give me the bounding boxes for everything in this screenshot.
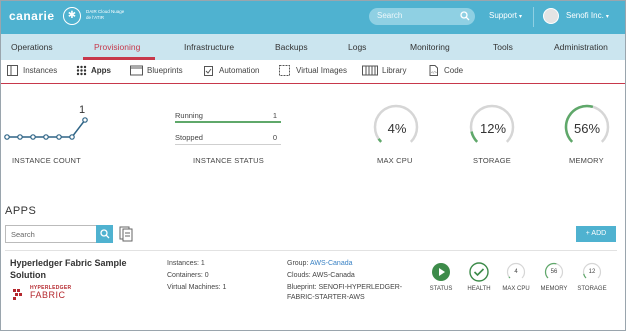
chevron-down-icon: ▾ [519,14,523,20]
app-containers: Containers: 0 [167,272,209,279]
apps-search-input[interactable]: Search [5,225,96,243]
instance-count-value: 1 [79,104,86,116]
app-group-link[interactable]: AWS-Canada [310,260,353,267]
storage-gauge-label: STORAGE [473,156,511,165]
brand-logo[interactable]: canarie [9,9,55,23]
nav-logs[interactable]: Logs [348,42,366,52]
search-icon [100,229,110,239]
user-menu[interactable]: Senofi Inc. ▾ [566,11,609,20]
avatar[interactable] [543,8,559,24]
nav-infrastructure[interactable]: Infrastructure [184,42,234,52]
subnav-instances[interactable]: Instances [23,66,57,75]
running-label: Running [175,111,203,120]
stopped-value: 0 [272,133,277,142]
nav-provisioning[interactable]: Provisioning [94,42,140,52]
running-row: Running 1 [175,111,281,121]
stopped-label: Stopped [175,133,203,142]
blueprints-icon [130,65,143,76]
apps-search-button[interactable] [96,225,113,243]
support-label: Support [489,11,518,20]
apps-grid-icon [76,65,87,76]
app-storage-value: 12 [588,269,596,275]
apps-search-placeholder: Search [11,230,35,239]
app-memory-value: 56 [550,269,558,275]
header-divider [533,7,534,27]
export-document-icon[interactable] [119,226,133,242]
app-group: Group: AWS-Canada [287,259,353,268]
app-memory-label: MEMORY [540,286,568,292]
subnav-library[interactable]: Library [382,66,406,75]
app-blueprint-line2: FABRIC-STARTER-AWS [287,294,365,301]
instance-count-label: INSTANCE COUNT [12,156,81,165]
subnav-blueprints[interactable]: Blueprints [147,66,183,75]
code-icon: </> [429,65,438,76]
virtual-images-icon [279,65,290,76]
nav-monitoring[interactable]: Monitoring [410,42,450,52]
status-label: STATUS [429,286,453,292]
logo-text-bottom: FABRIC [30,290,66,300]
user-label: Senofi Inc. [566,11,604,20]
nav-administration[interactable]: Administration [554,42,608,52]
stopped-bar [175,144,281,145]
hyperledger-fabric-logo: HYPERLEDGER FABRIC [12,285,72,305]
hyperledger-logo-icon [13,289,22,300]
app-group-prefix: Group: [287,260,310,267]
support-menu[interactable]: Support ▾ [489,11,522,20]
subnav-virtual-images[interactable]: Virtual Images [296,66,347,75]
subnav-automation[interactable]: Automation [219,66,259,75]
app-name[interactable]: Hyperledger Fabric Sample Solution [10,257,162,281]
app-storage-label: STORAGE [577,286,607,292]
app-cpu-label: MAX CPU [502,286,530,292]
health-check-icon [469,262,489,282]
app-cpu-value: 4 [514,269,518,275]
nav-backups[interactable]: Backups [275,42,308,52]
app-clouds: Clouds: AWS-Canada [287,272,355,279]
global-search-input[interactable]: Search [369,8,475,25]
chevron-down-icon: ▾ [605,14,609,20]
sub-nav: Instances Apps Blueprints Automation Vir… [1,60,625,84]
app-blueprint-line1: Blueprint: SENOFI-HYPERLEDGER- [287,284,403,291]
app-window: canarie ✱ DAIR Cloud Nuage de l'ATIR Sea… [0,0,626,331]
apps-title: APPS [5,205,37,217]
search-icon[interactable] [460,11,470,21]
app-vms: Virtual Machines: 1 [167,284,227,291]
storage-gauge-value: 12% [479,121,507,136]
apps-divider [5,250,617,251]
automation-icon [204,66,213,76]
maple-leaf-icon: ✱ [63,7,81,25]
memory-gauge-value: 56% [573,121,601,136]
running-bar [175,121,281,123]
subnav-code[interactable]: Code [444,66,463,75]
nav-tools[interactable]: Tools [493,42,513,52]
app-cpu-gauge-fill [508,276,511,279]
stopped-row: Stopped 0 [175,133,281,143]
library-icon [362,65,378,76]
global-search-placeholder: Search [377,11,403,20]
status-play-icon[interactable] [431,262,451,282]
svg-text:</>: </> [431,70,437,75]
nav-operations[interactable]: Operations [11,42,53,52]
cpu-gauge-fill [377,138,383,143]
instances-icon [7,65,18,76]
app-instances: Instances: 1 [167,260,205,267]
subnav-apps[interactable]: Apps [91,66,111,75]
health-label: HEALTH [467,286,491,292]
cpu-gauge-value: 4% [387,121,407,136]
brand-subtitle: DAIR Cloud Nuage de l'ATIR [86,9,125,20]
running-value: 1 [272,111,277,120]
add-app-button[interactable]: + ADD [576,226,616,242]
top-header: canarie ✱ DAIR Cloud Nuage de l'ATIR Sea… [1,1,625,34]
cpu-gauge-label: MAX CPU [377,156,413,165]
instance-status-label: INSTANCE STATUS [193,156,264,165]
memory-gauge-label: MEMORY [569,156,604,165]
